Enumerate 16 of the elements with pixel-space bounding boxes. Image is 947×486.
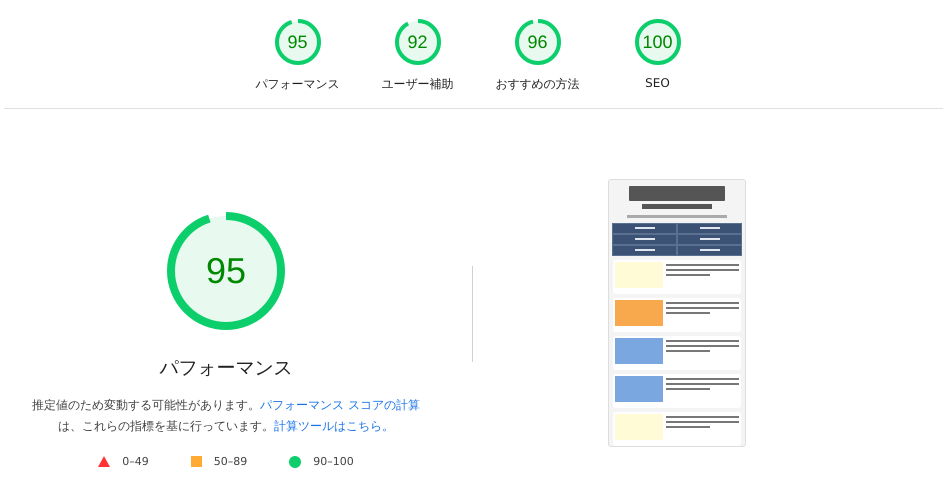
score-value: 100 (641, 31, 674, 54)
legend-range: 90–100 (313, 455, 354, 468)
score-value: 95 (204, 249, 248, 293)
category-label: パフォーマンス (256, 76, 340, 93)
legend-range: 0–49 (122, 455, 149, 468)
score-value: 92 (406, 31, 429, 54)
category-label: ユーザー補助 (382, 76, 454, 93)
gauge-title: パフォーマンス (160, 356, 292, 381)
score-value: 96 (526, 31, 549, 54)
legend-range: 50–89 (214, 455, 248, 468)
score-value: 95 (286, 31, 309, 54)
category-label: おすすめの方法 (496, 76, 580, 93)
calculation-link[interactable]: パフォーマンス スコアの計算 (260, 398, 420, 412)
score-description: 推定値のため変動する可能性があります。パフォーマンス スコアの計算 は、これらの指標を基に行っています。計算ツールはこちら。 (31, 397, 421, 435)
calculation-link[interactable]: 計算ツールはこちら。 (274, 419, 394, 433)
category-label: SEO (645, 76, 670, 90)
